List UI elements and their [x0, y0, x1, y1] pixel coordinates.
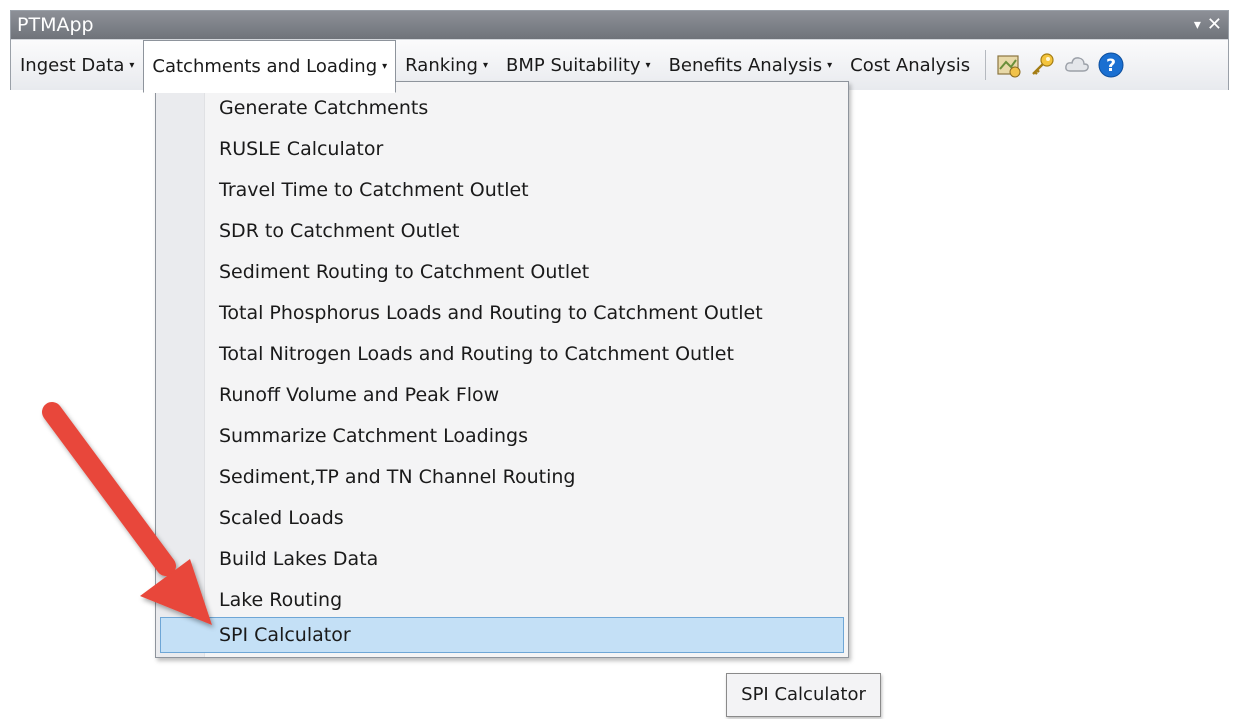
annotation-arrow-icon	[42, 402, 212, 625]
